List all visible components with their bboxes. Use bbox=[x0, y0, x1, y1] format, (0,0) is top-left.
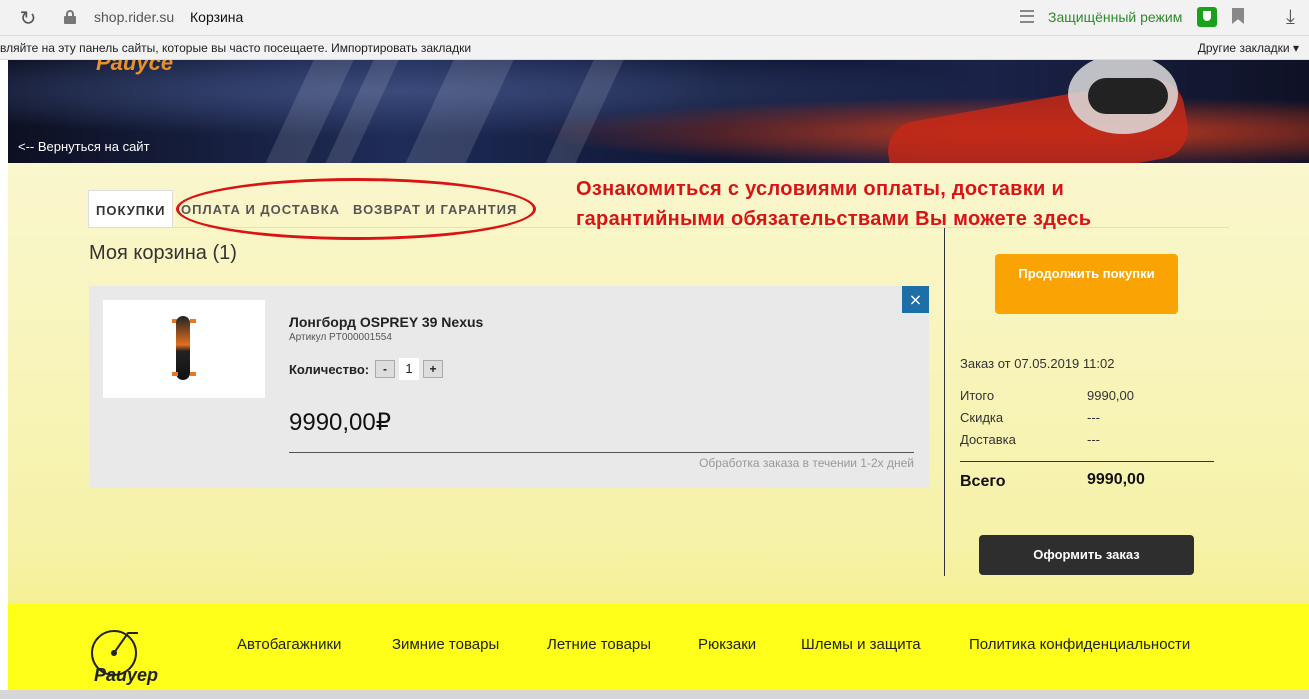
subtotal-value: 9990,00 bbox=[1087, 388, 1134, 403]
protected-mode-label[interactable]: Защищённый режим bbox=[1048, 9, 1182, 25]
discount-label: Скидка bbox=[960, 410, 1004, 425]
checkout-button[interactable]: Оформить заказ bbox=[979, 535, 1194, 575]
quantity-decrease-button[interactable]: - bbox=[375, 360, 395, 378]
remove-item-button[interactable]: × bbox=[902, 286, 929, 313]
reload-icon[interactable]: ↻ bbox=[16, 6, 40, 30]
browser-toolbar: ↻ shop.rider.su Корзина Защищённый режим… bbox=[0, 0, 1309, 36]
shield-icon[interactable] bbox=[1197, 7, 1217, 27]
reader-icon[interactable] bbox=[1020, 10, 1034, 23]
delivery-label: Доставка bbox=[960, 432, 1016, 447]
discount-value: --- bbox=[1087, 410, 1100, 425]
footer-nav-roof-racks[interactable]: Автобагажники bbox=[237, 636, 341, 653]
continue-shopping-button[interactable]: Продолжить покупки bbox=[995, 254, 1178, 314]
download-icon[interactable]: ⤓ bbox=[1286, 4, 1295, 28]
url-domain: shop.rider.su bbox=[94, 9, 175, 25]
site-footer: Pauyep Автобагажники Зимние товары Летни… bbox=[8, 603, 1309, 699]
annotation-ellipse bbox=[176, 178, 536, 240]
product-image[interactable] bbox=[103, 300, 265, 398]
bookmarks-hint[interactable]: вляйте на эту панель сайты, которые вы ч… bbox=[0, 41, 471, 55]
tab-purchases[interactable]: ПОКУПКИ bbox=[88, 190, 174, 228]
url-page-title: Корзина bbox=[190, 9, 244, 25]
bookmark-icon[interactable] bbox=[1232, 8, 1244, 24]
footer-logo[interactable]: Pauyep bbox=[88, 623, 174, 689]
quantity-label: Количество: bbox=[289, 362, 370, 377]
cart-title: Моя корзина (1) bbox=[89, 242, 237, 264]
svg-text:Pauyep: Pauyep bbox=[94, 665, 158, 685]
footer-nav-privacy[interactable]: Политика конфиденциальности bbox=[969, 636, 1190, 653]
quantity-value[interactable]: 1 bbox=[399, 358, 419, 380]
quantity-increase-button[interactable]: + bbox=[423, 360, 443, 378]
annotation-text: Ознакомиться с условиями оплаты, доставк… bbox=[576, 178, 1092, 230]
product-sku: Артикул PT000001554 bbox=[289, 332, 392, 343]
back-to-site-link[interactable]: <-- Вернуться на сайт bbox=[18, 139, 150, 154]
cart-item: × Лонгборд OSPREY 39 Nexus Артикул PT000… bbox=[89, 286, 929, 488]
footer-nav-summer[interactable]: Летние товары bbox=[547, 636, 651, 653]
other-bookmarks[interactable]: Другие закладки ▾ bbox=[1198, 41, 1299, 55]
footer-nav-backpacks[interactable]: Рюкзаки bbox=[698, 636, 756, 653]
summary-divider bbox=[960, 461, 1214, 462]
footer-nav-helmets[interactable]: Шлемы и защита bbox=[801, 636, 921, 653]
total-label: Всего bbox=[960, 473, 1006, 490]
site-logo[interactable]: Pauyce bbox=[96, 60, 173, 76]
product-name[interactable]: Лонгборд OSPREY 39 Nexus bbox=[289, 314, 483, 330]
lock-icon bbox=[64, 10, 76, 24]
subtotal-label: Итого bbox=[960, 388, 995, 403]
footer-nav-winter[interactable]: Зимние товары bbox=[392, 636, 499, 653]
longboard-image bbox=[176, 316, 190, 380]
item-divider bbox=[289, 452, 914, 453]
bookmarks-bar: вляйте на эту панель сайты, которые вы ч… bbox=[0, 36, 1309, 60]
order-date: Заказ от 07.05.2019 11:02 bbox=[960, 356, 1115, 371]
taskbar bbox=[0, 690, 1309, 699]
page-content: Pauyce <-- Вернуться на сайт ПОКУПКИ ОПЛ… bbox=[8, 60, 1309, 699]
delivery-value: --- bbox=[1087, 432, 1100, 447]
processing-note: Обработка заказа в течении 1-2х дней bbox=[699, 456, 914, 470]
address-bar[interactable]: shop.rider.su Корзина Защищённый режим bbox=[56, 3, 1256, 31]
product-price: 9990,00₽ bbox=[289, 409, 392, 436]
sidebar-divider bbox=[944, 228, 945, 576]
total-value: 9990,00 bbox=[1087, 471, 1145, 488]
header-banner: Pauyce <-- Вернуться на сайт bbox=[8, 60, 1309, 163]
